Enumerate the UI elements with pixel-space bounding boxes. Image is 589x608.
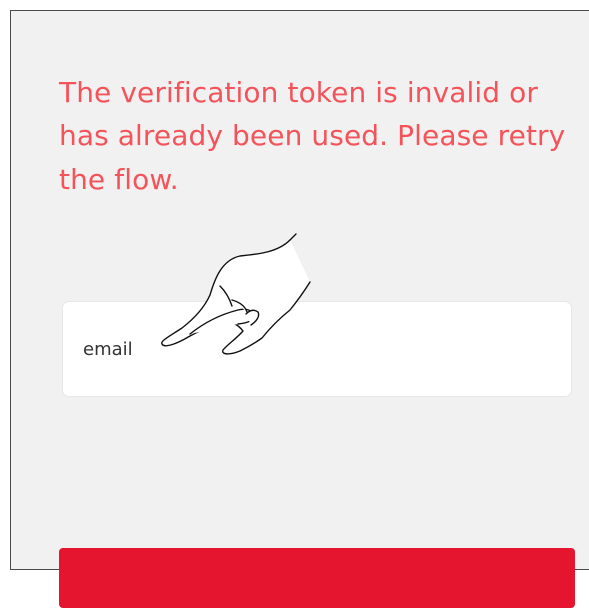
error-message: The verification token is invalid or has… xyxy=(59,76,566,196)
email-input[interactable] xyxy=(62,301,572,397)
form-panel: The verification token is invalid or has… xyxy=(10,10,589,608)
submit-button[interactable] xyxy=(59,548,575,608)
